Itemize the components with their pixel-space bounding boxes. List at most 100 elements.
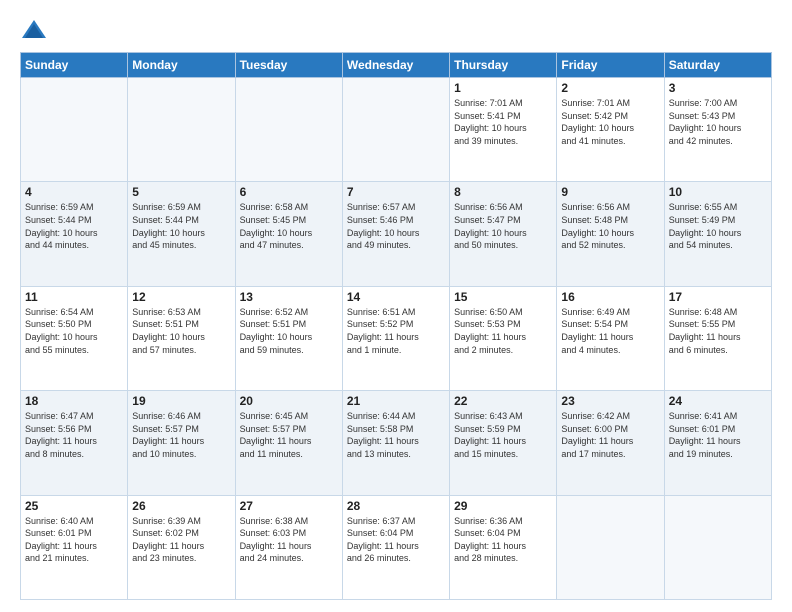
calendar-cell: 9 Sunrise: 6:56 AM Sunset: 5:48 PM Daylig… [557, 182, 664, 286]
calendar-cell: 10 Sunrise: 6:55 AM Sunset: 5:49 PM Dayli… [664, 182, 771, 286]
day-info: Sunrise: 6:56 AM Sunset: 5:47 PM Dayligh… [454, 201, 552, 251]
calendar-week: 1 Sunrise: 7:01 AM Sunset: 5:41 PM Daylig… [21, 78, 772, 182]
day-number: 20 [240, 394, 338, 408]
calendar-cell: 25 Sunrise: 6:40 AM Sunset: 6:01 PM Dayli… [21, 495, 128, 599]
page: SundayMondayTuesdayWednesdayThursdayFrid… [0, 0, 792, 612]
calendar-cell: 24 Sunrise: 6:41 AM Sunset: 6:01 PM Dayli… [664, 391, 771, 495]
day-number: 7 [347, 185, 445, 199]
calendar-cell: 14 Sunrise: 6:51 AM Sunset: 5:52 PM Dayli… [342, 286, 449, 390]
day-number: 17 [669, 290, 767, 304]
day-info: Sunrise: 7:00 AM Sunset: 5:43 PM Dayligh… [669, 97, 767, 147]
day-info: Sunrise: 6:36 AM Sunset: 6:04 PM Dayligh… [454, 515, 552, 565]
calendar-cell [664, 495, 771, 599]
day-info: Sunrise: 6:51 AM Sunset: 5:52 PM Dayligh… [347, 306, 445, 356]
day-info: Sunrise: 6:48 AM Sunset: 5:55 PM Dayligh… [669, 306, 767, 356]
calendar-week: 25 Sunrise: 6:40 AM Sunset: 6:01 PM Dayli… [21, 495, 772, 599]
day-info: Sunrise: 6:59 AM Sunset: 5:44 PM Dayligh… [132, 201, 230, 251]
day-number: 22 [454, 394, 552, 408]
day-info: Sunrise: 6:59 AM Sunset: 5:44 PM Dayligh… [25, 201, 123, 251]
day-number: 16 [561, 290, 659, 304]
calendar-cell: 8Sunrise: 6:56 AM Sunset: 5:47 PM Daylig… [450, 182, 557, 286]
weekday-header: Sunday [21, 53, 128, 78]
day-number: 25 [25, 499, 123, 513]
calendar-cell: 1 Sunrise: 7:01 AM Sunset: 5:41 PM Daylig… [450, 78, 557, 182]
calendar-header: SundayMondayTuesdayWednesdayThursdayFrid… [21, 53, 772, 78]
day-number: 24 [669, 394, 767, 408]
day-number: 5 [132, 185, 230, 199]
day-number: 29 [454, 499, 552, 513]
calendar-table: SundayMondayTuesdayWednesdayThursdayFrid… [20, 52, 772, 600]
weekday-header: Saturday [664, 53, 771, 78]
day-number: 14 [347, 290, 445, 304]
weekday-header: Thursday [450, 53, 557, 78]
day-info: Sunrise: 6:49 AM Sunset: 5:54 PM Dayligh… [561, 306, 659, 356]
day-number: 3 [669, 81, 767, 95]
calendar-cell [557, 495, 664, 599]
day-info: Sunrise: 6:45 AM Sunset: 5:57 PM Dayligh… [240, 410, 338, 460]
calendar-cell: 6 Sunrise: 6:58 AM Sunset: 5:45 PM Daylig… [235, 182, 342, 286]
header [20, 16, 772, 44]
day-number: 1 [454, 81, 552, 95]
weekday-row: SundayMondayTuesdayWednesdayThursdayFrid… [21, 53, 772, 78]
day-number: 6 [240, 185, 338, 199]
day-number: 23 [561, 394, 659, 408]
day-info: Sunrise: 6:57 AM Sunset: 5:46 PM Dayligh… [347, 201, 445, 251]
day-number: 15 [454, 290, 552, 304]
day-info: Sunrise: 6:37 AM Sunset: 6:04 PM Dayligh… [347, 515, 445, 565]
day-info: Sunrise: 6:54 AM Sunset: 5:50 PM Dayligh… [25, 306, 123, 356]
day-info: Sunrise: 6:58 AM Sunset: 5:45 PM Dayligh… [240, 201, 338, 251]
calendar-cell: 5 Sunrise: 6:59 AM Sunset: 5:44 PM Daylig… [128, 182, 235, 286]
day-info: Sunrise: 6:50 AM Sunset: 5:53 PM Dayligh… [454, 306, 552, 356]
calendar-cell: 22 Sunrise: 6:43 AM Sunset: 5:59 PM Dayli… [450, 391, 557, 495]
day-number: 19 [132, 394, 230, 408]
day-number: 9 [561, 185, 659, 199]
calendar-week: 18Sunrise: 6:47 AM Sunset: 5:56 PM Dayli… [21, 391, 772, 495]
calendar-cell: 4 Sunrise: 6:59 AM Sunset: 5:44 PM Daylig… [21, 182, 128, 286]
calendar-cell: 16 Sunrise: 6:49 AM Sunset: 5:54 PM Dayli… [557, 286, 664, 390]
day-info: Sunrise: 6:42 AM Sunset: 6:00 PM Dayligh… [561, 410, 659, 460]
day-number: 28 [347, 499, 445, 513]
day-info: Sunrise: 6:43 AM Sunset: 5:59 PM Dayligh… [454, 410, 552, 460]
day-info: Sunrise: 6:40 AM Sunset: 6:01 PM Dayligh… [25, 515, 123, 565]
calendar-cell: 7 Sunrise: 6:57 AM Sunset: 5:46 PM Daylig… [342, 182, 449, 286]
calendar-cell: 20 Sunrise: 6:45 AM Sunset: 5:57 PM Dayli… [235, 391, 342, 495]
day-info: Sunrise: 7:01 AM Sunset: 5:42 PM Dayligh… [561, 97, 659, 147]
day-info: Sunrise: 6:52 AM Sunset: 5:51 PM Dayligh… [240, 306, 338, 356]
calendar-cell: 26Sunrise: 6:39 AM Sunset: 6:02 PM Dayli… [128, 495, 235, 599]
day-info: Sunrise: 6:44 AM Sunset: 5:58 PM Dayligh… [347, 410, 445, 460]
calendar-cell: 12Sunrise: 6:53 AM Sunset: 5:51 PM Dayli… [128, 286, 235, 390]
day-info: Sunrise: 6:56 AM Sunset: 5:48 PM Dayligh… [561, 201, 659, 251]
calendar-cell: 29 Sunrise: 6:36 AM Sunset: 6:04 PM Dayli… [450, 495, 557, 599]
day-info: Sunrise: 7:01 AM Sunset: 5:41 PM Dayligh… [454, 97, 552, 147]
day-info: Sunrise: 6:47 AM Sunset: 5:56 PM Dayligh… [25, 410, 123, 460]
day-number: 13 [240, 290, 338, 304]
day-info: Sunrise: 6:46 AM Sunset: 5:57 PM Dayligh… [132, 410, 230, 460]
calendar-cell: 18Sunrise: 6:47 AM Sunset: 5:56 PM Dayli… [21, 391, 128, 495]
day-number: 11 [25, 290, 123, 304]
calendar-cell: 3 Sunrise: 7:00 AM Sunset: 5:43 PM Daylig… [664, 78, 771, 182]
calendar-cell [235, 78, 342, 182]
calendar-week: 11 Sunrise: 6:54 AM Sunset: 5:50 PM Dayli… [21, 286, 772, 390]
calendar-cell: 28 Sunrise: 6:37 AM Sunset: 6:04 PM Dayli… [342, 495, 449, 599]
day-number: 4 [25, 185, 123, 199]
calendar-cell: 13 Sunrise: 6:52 AM Sunset: 5:51 PM Dayli… [235, 286, 342, 390]
day-number: 21 [347, 394, 445, 408]
day-info: Sunrise: 6:41 AM Sunset: 6:01 PM Dayligh… [669, 410, 767, 460]
weekday-header: Monday [128, 53, 235, 78]
calendar-cell [342, 78, 449, 182]
day-number: 10 [669, 185, 767, 199]
logo [20, 16, 52, 44]
day-number: 2 [561, 81, 659, 95]
day-info: Sunrise: 6:55 AM Sunset: 5:49 PM Dayligh… [669, 201, 767, 251]
day-number: 27 [240, 499, 338, 513]
weekday-header: Friday [557, 53, 664, 78]
day-info: Sunrise: 6:53 AM Sunset: 5:51 PM Dayligh… [132, 306, 230, 356]
calendar-cell: 11 Sunrise: 6:54 AM Sunset: 5:50 PM Dayli… [21, 286, 128, 390]
calendar-cell: 23 Sunrise: 6:42 AM Sunset: 6:00 PM Dayli… [557, 391, 664, 495]
calendar-cell: 15 Sunrise: 6:50 AM Sunset: 5:53 PM Dayli… [450, 286, 557, 390]
calendar-cell [21, 78, 128, 182]
weekday-header: Tuesday [235, 53, 342, 78]
calendar-week: 4 Sunrise: 6:59 AM Sunset: 5:44 PM Daylig… [21, 182, 772, 286]
day-number: 26 [132, 499, 230, 513]
calendar-body: 1 Sunrise: 7:01 AM Sunset: 5:41 PM Daylig… [21, 78, 772, 600]
